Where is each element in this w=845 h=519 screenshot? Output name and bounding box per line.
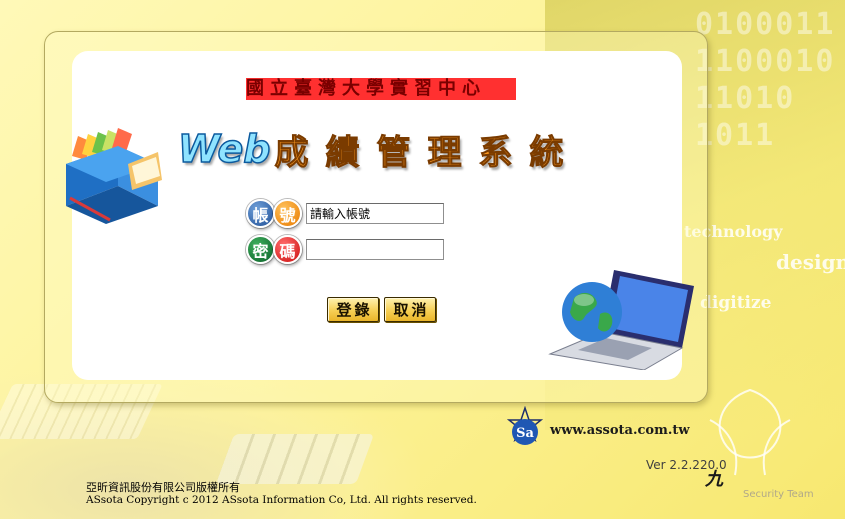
security-team-label: Security Team: [743, 489, 814, 500]
laptop-globe-icon: [548, 270, 694, 370]
svg-text:Sa: Sa: [516, 426, 534, 441]
bg-word-design: design: [776, 250, 845, 274]
account-row: 帳 號: [246, 199, 444, 228]
website-link[interactable]: www.assota.com.tw: [550, 423, 690, 438]
school-name-redacted: 國立臺灣大學實習中心: [246, 78, 516, 100]
password-row: 密 碼: [246, 235, 444, 264]
password-badge-2: 碼: [273, 235, 302, 264]
login-button[interactable]: 登錄: [327, 297, 379, 322]
security-team-logo-icon: 九: [704, 388, 791, 490]
bg-word-digitize: digitize: [700, 293, 772, 313]
binary-background-text: 0100011 1100010 11010 1011: [695, 7, 836, 153]
account-input[interactable]: [306, 203, 444, 224]
cancel-button[interactable]: 取消: [384, 297, 436, 322]
calculator-background: [215, 434, 375, 484]
password-input[interactable]: [306, 239, 444, 260]
password-badge-1: 密: [246, 235, 275, 264]
title-web: Web: [177, 126, 271, 172]
account-badge-2: 號: [273, 199, 302, 228]
company-copyright-cn: 亞昕資訊股份有限公司版權所有: [86, 481, 240, 494]
system-title: Web 成績管理系統: [177, 125, 581, 173]
company-copyright-en: ASsota Copyright c 2012 ASsota Informati…: [86, 494, 477, 506]
svg-text:九: 九: [704, 469, 724, 490]
account-badge-1: 帳: [246, 199, 275, 228]
file-box-icon: [66, 128, 162, 224]
title-chinese: 成績管理系統: [274, 132, 581, 173]
assota-logo-icon: Sa: [506, 406, 544, 445]
